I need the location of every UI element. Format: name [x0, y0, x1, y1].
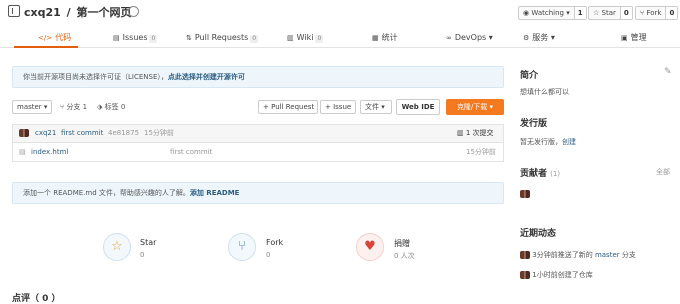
fork-label: Fork	[646, 9, 662, 17]
contributors-title: 贡献者 (1)	[520, 169, 561, 179]
star-label: Star	[601, 9, 616, 17]
repo-owner-link[interactable]: cxq21	[24, 6, 61, 19]
license-notice: 你当前开源项目尚未选择许可证（LICENSE），点此选择并创建开源许可	[12, 66, 504, 88]
tab-issues[interactable]: ▤ Issues 0	[113, 28, 158, 48]
file-menu-button[interactable]: 文件 ▾	[360, 100, 392, 114]
contributor-avatar[interactable]	[520, 189, 530, 198]
commit-hash[interactable]: 4e81875	[108, 125, 139, 141]
tab-wiki[interactable]: ▥ Wiki 0	[287, 28, 324, 48]
avatar	[19, 129, 29, 137]
donate-stat-label: 捐赠	[394, 239, 410, 248]
latest-commit: cxq21 first commit 4e81875 15分钟前 ▥ 1 次提交	[12, 124, 504, 142]
issues-badge: 0	[149, 35, 158, 43]
repo-tabs: </> 代码 ▤ Issues 0 ⇅ Pull Requests 0 ▥ Wiki 0 ▦ 统…	[0, 28, 680, 48]
chevron-down-icon: ▾	[43, 103, 48, 111]
devops-icon: ∞	[446, 34, 452, 42]
donate-stat-value: 0 人次	[394, 252, 415, 260]
release-text: 暂无发行版，创建	[520, 138, 576, 146]
watch-label: Watching	[531, 9, 564, 17]
watch-count[interactable]: 1	[574, 7, 586, 19]
release-title: 发行版	[520, 119, 548, 129]
star-stat-label: Star	[140, 238, 157, 247]
history-icon: ▥	[457, 129, 466, 137]
commit-time: 15分钟前	[144, 129, 174, 137]
repo-name-link[interactable]: 第一个网页	[77, 6, 132, 19]
web-ide-button[interactable]: Web IDE	[396, 99, 440, 115]
new-issue-button[interactable]: + Issue	[320, 100, 356, 114]
activity-branch-link[interactable]: master	[595, 251, 620, 259]
star-stat-value: 0	[140, 251, 145, 259]
repo-type-icon	[128, 6, 139, 17]
avatar	[520, 271, 530, 279]
fork-count[interactable]: 0	[666, 7, 678, 19]
commit-message[interactable]: first commit	[61, 125, 103, 141]
branch-select[interactable]: master ▾	[12, 100, 52, 114]
fork-stat-label: Fork	[266, 238, 284, 247]
fork-stat-icon[interactable]: ⑂	[228, 233, 256, 261]
chevron-down-icon: ▾	[381, 103, 385, 111]
edit-icon[interactable]: ✎	[664, 67, 672, 77]
list-item: 1小时前创建了仓库	[520, 270, 593, 280]
create-license-link[interactable]: 点此选择并创建开源许可	[168, 73, 245, 81]
clone-download-button[interactable]: 克隆/下载 ▾	[446, 99, 504, 115]
star-icon: ☆	[593, 9, 602, 17]
wiki-badge: 0	[315, 35, 324, 43]
chevron-down-icon: ▾	[489, 103, 494, 111]
license-notice-text: 你当前开源项目尚未选择许可证（LICENSE），	[23, 73, 168, 81]
repo-title: cxq21 / 第一个网页	[24, 4, 132, 20]
file-name-link[interactable]: index.html	[31, 143, 68, 161]
intro-title: 简介	[520, 71, 539, 81]
tab-manage[interactable]: ▣ 管理	[621, 28, 647, 48]
watch-button[interactable]: ◉ Watching ▾ 1	[518, 6, 587, 20]
services-icon: ⚙	[523, 34, 530, 42]
donate-stat-icon[interactable]: ♥	[356, 233, 384, 261]
comments-title: 点评（ 0 ）	[12, 294, 61, 304]
branches-link[interactable]: ⑂ 分支 1	[60, 100, 87, 114]
readme-notice: 添加一个 README.md 文件，帮助感兴趣的人了解。添加 README	[12, 182, 504, 204]
branch-select-value: master	[17, 103, 42, 111]
repo-separator: /	[66, 6, 71, 19]
manage-icon: ▣	[621, 34, 628, 42]
tab-services[interactable]: ⚙ 服务 ▾	[523, 28, 555, 48]
add-readme-link[interactable]: 添加 README	[190, 189, 240, 197]
readme-notice-text: 添加一个 README.md 文件，帮助感兴趣的人了解。	[23, 189, 190, 197]
tab-stats[interactable]: ▦ 统计	[372, 28, 398, 48]
repo-icon	[8, 5, 20, 17]
pull-request-icon: ⇅	[186, 34, 192, 42]
issues-icon: ▤	[113, 34, 120, 42]
all-contributors-link[interactable]: 全部	[656, 167, 670, 177]
file-icon: ▤	[19, 148, 26, 156]
avatar	[520, 251, 530, 259]
create-release-link[interactable]: 创建	[562, 138, 576, 146]
intro-text: 想填什么都可以	[520, 88, 569, 96]
list-item: 3分钟前推送了新的 master 分支	[520, 250, 636, 260]
tab-pull-requests[interactable]: ⇅ Pull Requests 0	[186, 28, 259, 48]
commit-count-link[interactable]: ▥ 1 次提交	[457, 125, 494, 141]
wiki-icon: ▥	[287, 34, 294, 42]
stats-icon: ▦	[372, 34, 379, 42]
table-row: ▤ index.html first commit 15分钟前	[12, 142, 504, 162]
code-icon: </>	[38, 34, 53, 42]
file-time: 15分钟前	[466, 148, 496, 156]
new-pull-request-button[interactable]: + Pull Request	[258, 100, 318, 114]
repo-header: cxq21 / 第一个网页 ◉ Watching ▾ 1 ☆ Star 0 ⑂ …	[0, 0, 680, 26]
file-commit-message[interactable]: first commit	[170, 143, 212, 161]
fork-stat-value: 0	[266, 251, 271, 259]
pull-requests-badge: 0	[250, 35, 259, 43]
tab-devops[interactable]: ∞ DevOps ▾	[446, 28, 493, 48]
fork-button[interactable]: ⑂ Fork 0	[635, 6, 679, 20]
star-count[interactable]: 0	[620, 7, 632, 19]
star-button[interactable]: ☆ Star 0	[588, 6, 633, 20]
activity-title: 近期动态	[520, 229, 557, 239]
star-stat-icon[interactable]: ☆	[103, 233, 131, 261]
tag-icon: ⬗	[97, 103, 105, 111]
commit-author[interactable]: cxq21	[35, 125, 56, 141]
contributors-count: (1)	[550, 170, 561, 178]
tags-link[interactable]: ⬗ 标签 0	[97, 100, 125, 114]
tab-code[interactable]: </> 代码	[14, 28, 78, 48]
avatar	[520, 189, 530, 198]
